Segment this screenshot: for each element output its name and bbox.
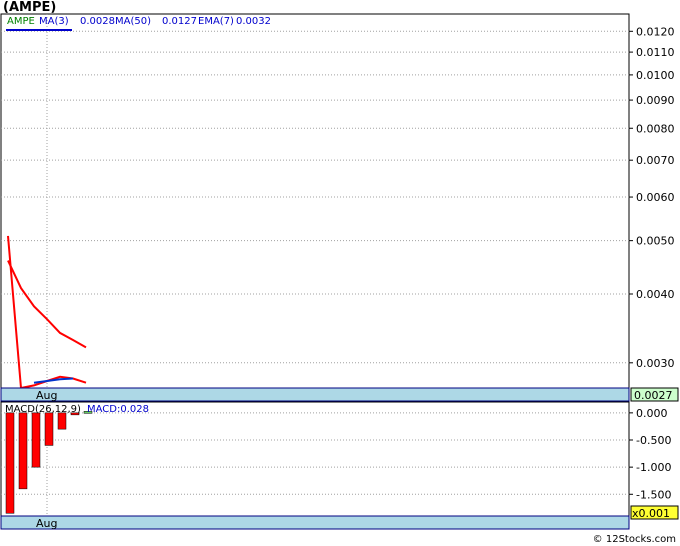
price-gridlines (1, 14, 629, 388)
macd-date-band (0, 515, 630, 530)
macd-panel-frame (0, 401, 630, 517)
last-price-label: 0.0027 (634, 389, 673, 402)
price-x-label: Aug (36, 389, 57, 402)
macd-gridlines (1, 402, 629, 516)
macd-bar (31, 412, 41, 468)
legend-ma50-value: 0.0127 (162, 16, 197, 27)
price-tick-label: 0.0120 (636, 25, 675, 38)
macd-bar (18, 412, 28, 490)
macd-tick-label: -0.500 (636, 434, 671, 447)
legend-ma50-label: MA(50) (115, 16, 151, 27)
price-tick-label: 0.0040 (636, 288, 675, 301)
macd-bar (5, 412, 15, 514)
macd-bars (5, 411, 93, 514)
site-credit: © 12Stocks.com (592, 534, 676, 545)
macd-tick-label: 0.000 (636, 407, 668, 420)
macd-tick-label: -1.500 (636, 488, 671, 501)
ema7-line (7, 260, 87, 349)
stock-chart: 0.0120 0.0110 0.0100 0.0090 0.0080 0.0070 0.00… (0, 13, 679, 530)
price-tick-label: 0.0090 (636, 94, 675, 107)
legend-ma3-value: 0.0028 (80, 16, 115, 27)
price-tick-label: 0.0100 (636, 69, 675, 82)
macd-axis-ticks: 0.000 -0.500 -1.000 -1.500 (629, 407, 671, 501)
price-tick-label: 0.0070 (636, 154, 675, 167)
price-legend: AMPE MA(3) 0.0028 MA(50) 0.0127 EMA(7) 0… (6, 16, 271, 31)
price-axis-ticks: 0.0120 0.0110 0.0100 0.0090 0.0080 0.0070 0.00… (629, 25, 675, 370)
price-tick-label: 0.0080 (636, 122, 675, 135)
macd-x-label: Aug (36, 517, 57, 530)
price-tick-label: 0.0050 (636, 235, 675, 248)
price-tick-label: 0.0060 (636, 191, 675, 204)
price-tick-label: 0.0110 (636, 46, 675, 59)
macd-legend-value: MACD:0.028 (87, 404, 149, 415)
legend-ma3-label: MA(3) (39, 16, 69, 27)
legend-symbol: AMPE (7, 16, 35, 27)
macd-scale-label: x0.001 (632, 507, 670, 520)
macd-bar (57, 412, 67, 430)
price-tick-label: 0.0030 (636, 357, 675, 370)
price-panel-frame (0, 13, 630, 389)
macd-tick-label: -1.000 (636, 461, 671, 474)
macd-legend-label: MACD(26,12,9) (5, 404, 81, 415)
macd-bar (44, 412, 54, 446)
legend-ema7-value: 0.0032 (236, 16, 271, 27)
price-date-band (0, 387, 630, 402)
legend-ema7-label: EMA(7) (198, 16, 234, 27)
